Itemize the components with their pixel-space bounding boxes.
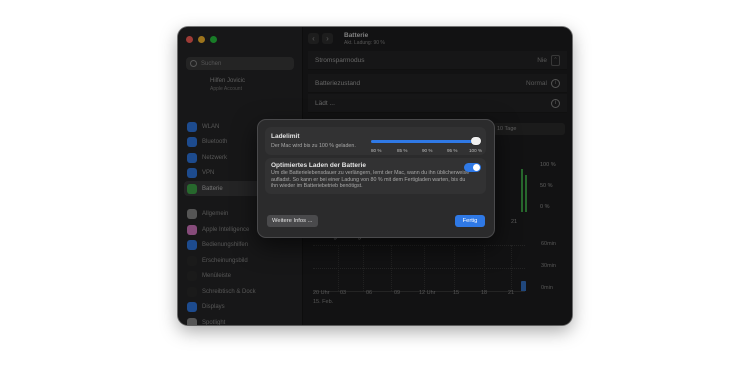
optimized-toggle[interactable] — [464, 163, 481, 172]
optimized-card: Optimiertes Laden der Batterie Um die Ba… — [265, 158, 486, 194]
slider-tick: 80 % — [371, 148, 382, 153]
slider-fill — [371, 140, 479, 143]
more-info-button[interactable]: Weitere Infos ... — [267, 215, 318, 227]
slider-tick: 85 % — [397, 148, 408, 153]
charging-dialog: Ladelimit Der Mac wird bis zu 100 % gela… — [257, 119, 495, 238]
done-button[interactable]: Fertig — [455, 215, 485, 227]
slider-tick: 95 % — [447, 148, 458, 153]
slider-tick: 90 % — [422, 148, 433, 153]
optimized-desc: Um die Batterielebensdauer zu verlängern… — [271, 170, 470, 190]
slider-ticks: 80 % 85 % 90 % 95 % 100 % — [371, 148, 483, 156]
limit-card: Ladelimit Der Mac wird bis zu 100 % gela… — [265, 127, 486, 155]
limit-title: Ladelimit — [271, 133, 300, 140]
limit-desc: Der Mac wird bis zu 100 % geladen. — [271, 143, 356, 149]
slider-knob[interactable] — [471, 137, 481, 145]
toggle-knob — [473, 164, 480, 171]
limit-slider[interactable] — [371, 137, 481, 145]
slider-tick: 100 % — [469, 148, 483, 153]
optimized-title: Optimiertes Laden der Batterie — [271, 162, 366, 169]
